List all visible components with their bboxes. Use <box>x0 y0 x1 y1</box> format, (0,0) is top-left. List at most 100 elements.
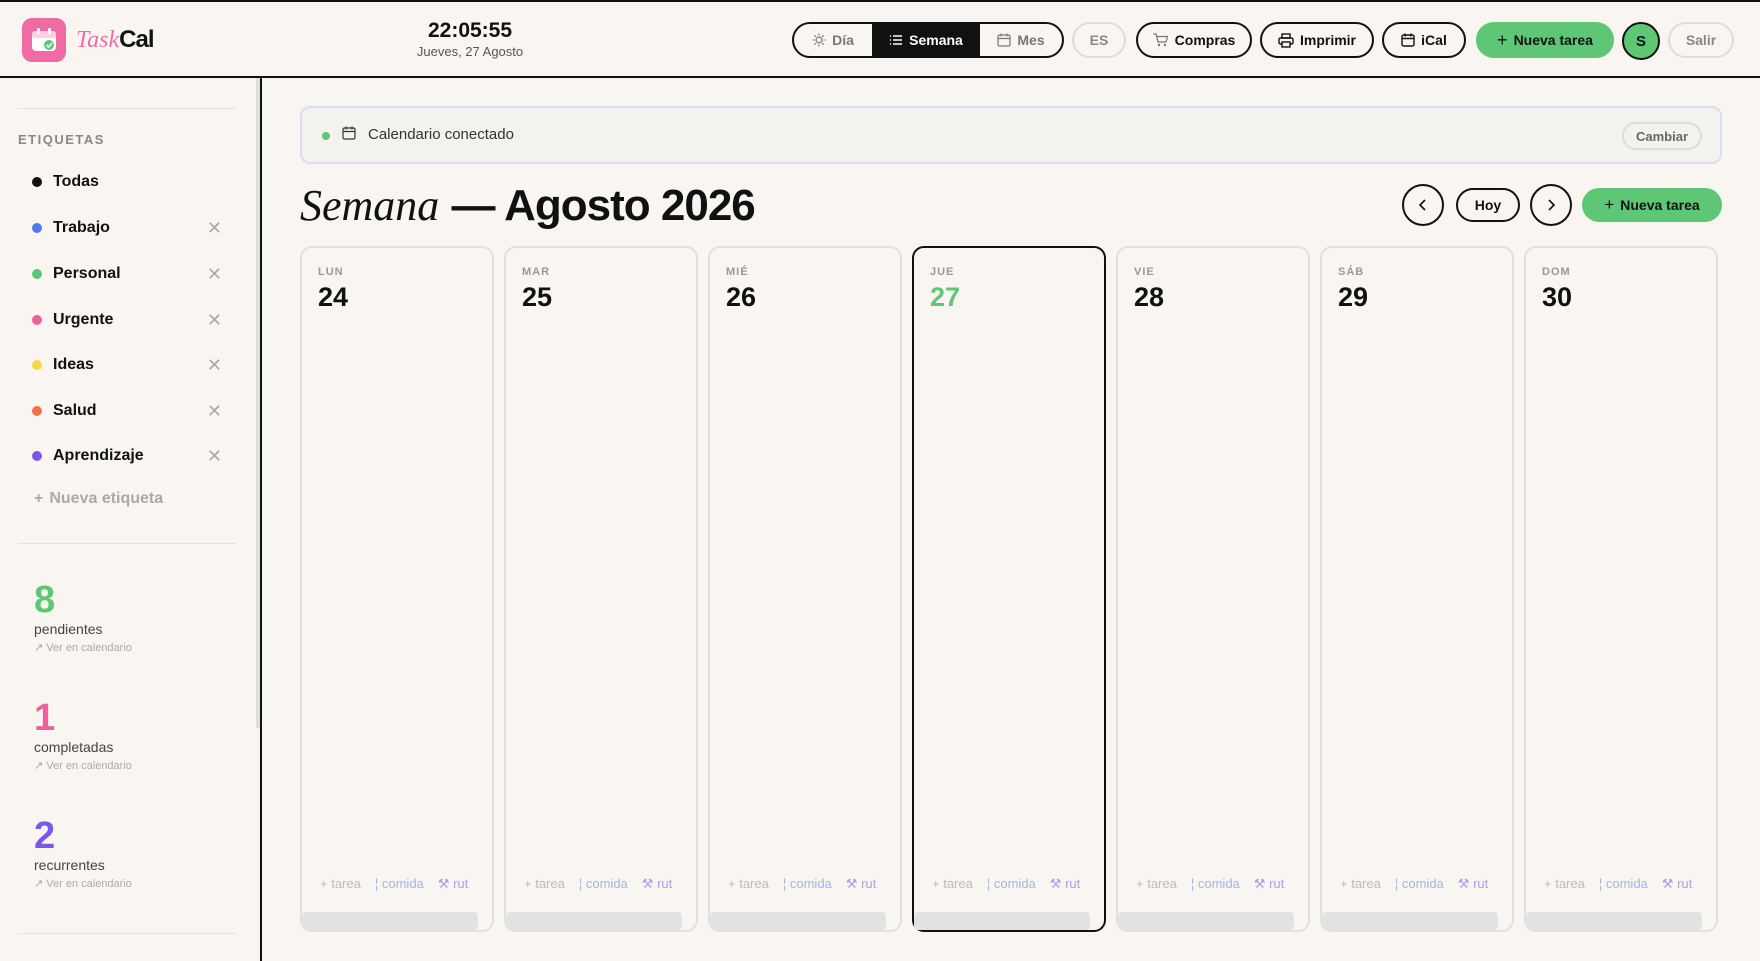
print-button[interactable]: Imprimir <box>1260 22 1374 58</box>
tag-item-aprendizaje[interactable]: Aprendizaje ✕ <box>32 444 222 468</box>
day-quick-actions: + tarea ¦ comida ⚒ rut <box>728 876 900 892</box>
list-icon <box>890 35 903 45</box>
avatar[interactable]: S <box>1622 22 1660 60</box>
tag-color-dot <box>32 406 42 416</box>
tags-section-title: ETIQUETAS <box>18 132 105 147</box>
plus-icon: + <box>1604 195 1615 214</box>
tag-item-urgente[interactable]: Urgente ✕ <box>32 308 222 332</box>
change-calendar-button[interactable]: Cambiar <box>1622 122 1702 150</box>
day-bottom-bar <box>302 912 478 930</box>
language-button[interactable]: ES <box>1072 22 1126 58</box>
add-meal-link[interactable]: ¦ comida <box>1599 876 1648 892</box>
day-column-jue-today[interactable]: JUE 27 + tarea ¦ comida ⚒ rut <box>912 246 1106 932</box>
ical-button[interactable]: iCal <box>1382 22 1466 58</box>
add-routine-link[interactable]: ⚒ rut <box>1254 876 1284 892</box>
remove-tag-icon[interactable]: ✕ <box>207 218 222 239</box>
fork-knife-icon: ¦ <box>986 876 991 891</box>
day-column-mar[interactable]: MAR 25 + tarea ¦ comida ⚒ rut <box>504 246 698 932</box>
sidebar-scrollbar[interactable] <box>256 78 260 728</box>
add-meal-link[interactable]: ¦ comida <box>579 876 628 892</box>
tag-label: Ideas <box>53 356 94 373</box>
fork-knife-icon: ¦ <box>1394 876 1399 891</box>
stat-calendar-link[interactable]: ↗ Ver en calendario <box>34 874 132 894</box>
tag-label: Aprendizaje <box>53 447 144 464</box>
tag-item-ideas[interactable]: Ideas ✕ <box>32 353 222 377</box>
prev-week-button[interactable] <box>1402 184 1444 226</box>
add-task-link[interactable]: + tarea <box>524 876 565 892</box>
view-switcher: Día Semana Mes <box>792 22 1064 58</box>
chevron-right-icon <box>1548 199 1556 211</box>
remove-tag-icon[interactable]: ✕ <box>207 264 222 285</box>
day-name: SÁB <box>1338 266 1365 278</box>
add-routine-link[interactable]: ⚒ rut <box>846 876 876 892</box>
add-task-label: tarea <box>943 876 973 891</box>
add-routine-link[interactable]: ⚒ rut <box>642 876 672 892</box>
calendar-icon <box>997 33 1011 47</box>
tag-item-personal[interactable]: Personal ✕ <box>32 262 222 286</box>
fork-knife-icon: ¦ <box>1598 876 1603 891</box>
add-meal-label: comida <box>585 876 628 891</box>
add-routine-link[interactable]: ⚒ rut <box>1662 876 1692 892</box>
stat-number: 8 <box>34 579 56 621</box>
add-task-label: tarea <box>331 876 361 891</box>
new-task-button[interactable]: + Nueva tarea <box>1582 188 1722 222</box>
day-column-lun[interactable]: LUN 24 + tarea ¦ comida ⚒ rut <box>300 246 494 932</box>
stat-calendar-link[interactable]: ↗ Ver en calendario <box>34 756 132 776</box>
day-number: 26 <box>726 282 757 312</box>
change-calendar-label: Cambiar <box>1635 128 1689 144</box>
remove-tag-icon[interactable]: ✕ <box>207 355 222 376</box>
day-column-mie[interactable]: MIÉ 26 + tarea ¦ comida ⚒ rut <box>708 246 902 932</box>
add-meal-link[interactable]: ¦ comida <box>987 876 1036 892</box>
add-task-link[interactable]: + tarea <box>1136 876 1177 892</box>
add-meal-link[interactable]: ¦ comida <box>375 876 424 892</box>
routine-icon: ⚒ <box>437 876 450 891</box>
add-task-label: tarea <box>535 876 565 891</box>
stat-calendar-link[interactable]: ↗ Ver en calendario <box>34 638 132 658</box>
add-meal-label: comida <box>1197 876 1240 891</box>
view-week-button[interactable]: Semana <box>872 24 980 56</box>
top-bar: TaskCal 22:05:55 Jueves, 27 Agosto Día S… <box>0 0 1760 78</box>
day-bottom-bar <box>1526 912 1702 930</box>
add-task-link[interactable]: + tarea <box>320 876 361 892</box>
view-day-label: Día <box>832 32 854 48</box>
day-column-vie[interactable]: VIE 28 + tarea ¦ comida ⚒ rut <box>1116 246 1310 932</box>
add-task-link[interactable]: + tarea <box>728 876 769 892</box>
shopping-button[interactable]: Compras <box>1136 22 1252 58</box>
add-meal-label: comida <box>789 876 832 891</box>
tag-item-salud[interactable]: Salud ✕ <box>32 399 222 423</box>
add-routine-label: rut <box>1065 876 1081 891</box>
today-button[interactable]: Hoy <box>1456 188 1520 222</box>
add-task-link[interactable]: + tarea <box>1340 876 1381 892</box>
fork-knife-icon: ¦ <box>374 876 379 891</box>
tag-item-trabajo[interactable]: Trabajo ✕ <box>32 216 222 240</box>
next-week-button[interactable] <box>1530 184 1572 226</box>
view-month-button[interactable]: Mes <box>980 24 1062 56</box>
stat-completed: 1 completadas ↗ Ver en calendario <box>34 698 132 776</box>
add-routine-link[interactable]: ⚒ rut <box>1050 876 1080 892</box>
day-bottom-bar <box>1322 912 1498 930</box>
day-name: JUE <box>930 266 955 278</box>
remove-tag-icon[interactable]: ✕ <box>207 401 222 422</box>
add-routine-link[interactable]: ⚒ rut <box>1458 876 1488 892</box>
day-number: 25 <box>522 282 553 312</box>
add-meal-link[interactable]: ¦ comida <box>1395 876 1444 892</box>
add-meal-link[interactable]: ¦ comida <box>783 876 832 892</box>
print-label: Imprimir <box>1299 32 1356 48</box>
view-day-button[interactable]: Día <box>794 24 872 56</box>
routine-icon: ⚒ <box>1049 876 1062 891</box>
day-quick-actions: + tarea ¦ comida ⚒ rut <box>1136 876 1308 892</box>
add-routine-link[interactable]: ⚒ rut <box>438 876 468 892</box>
day-number: 29 <box>1338 282 1369 312</box>
day-column-sab[interactable]: SÁB 29 + tarea ¦ comida ⚒ rut <box>1320 246 1514 932</box>
remove-tag-icon[interactable]: ✕ <box>207 446 222 467</box>
add-meal-link[interactable]: ¦ comida <box>1191 876 1240 892</box>
new-tag-button[interactable]: + Nueva etiqueta <box>34 490 163 508</box>
new-task-header-button[interactable]: + Nueva tarea <box>1476 22 1614 58</box>
tag-item-todas[interactable]: Todas <box>32 170 222 194</box>
remove-tag-icon[interactable]: ✕ <box>207 310 222 331</box>
add-task-link[interactable]: + tarea <box>932 876 973 892</box>
logout-button[interactable]: Salir <box>1668 22 1734 58</box>
add-task-link[interactable]: + tarea <box>1544 876 1585 892</box>
day-column-dom[interactable]: DOM 30 + tarea ¦ comida ⚒ rut <box>1524 246 1718 932</box>
tag-color-dot <box>32 223 42 233</box>
